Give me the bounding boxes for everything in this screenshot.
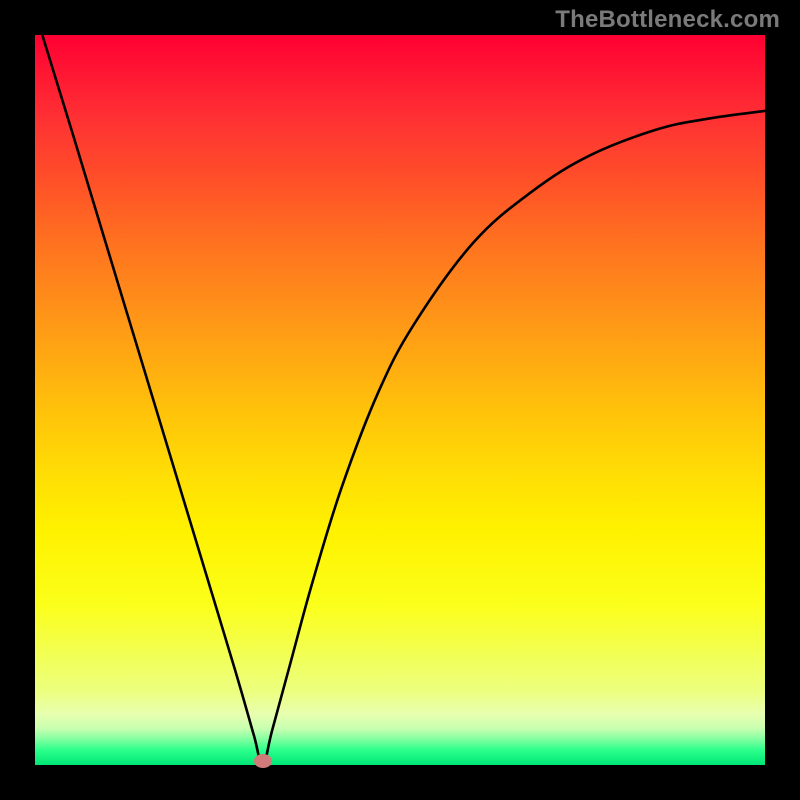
curve-svg (35, 35, 765, 765)
plot-area (35, 35, 765, 765)
watermark-text: TheBottleneck.com (555, 6, 780, 34)
minimum-marker (254, 754, 272, 768)
curve-path (42, 35, 765, 765)
chart-frame: TheBottleneck.com (0, 0, 800, 800)
